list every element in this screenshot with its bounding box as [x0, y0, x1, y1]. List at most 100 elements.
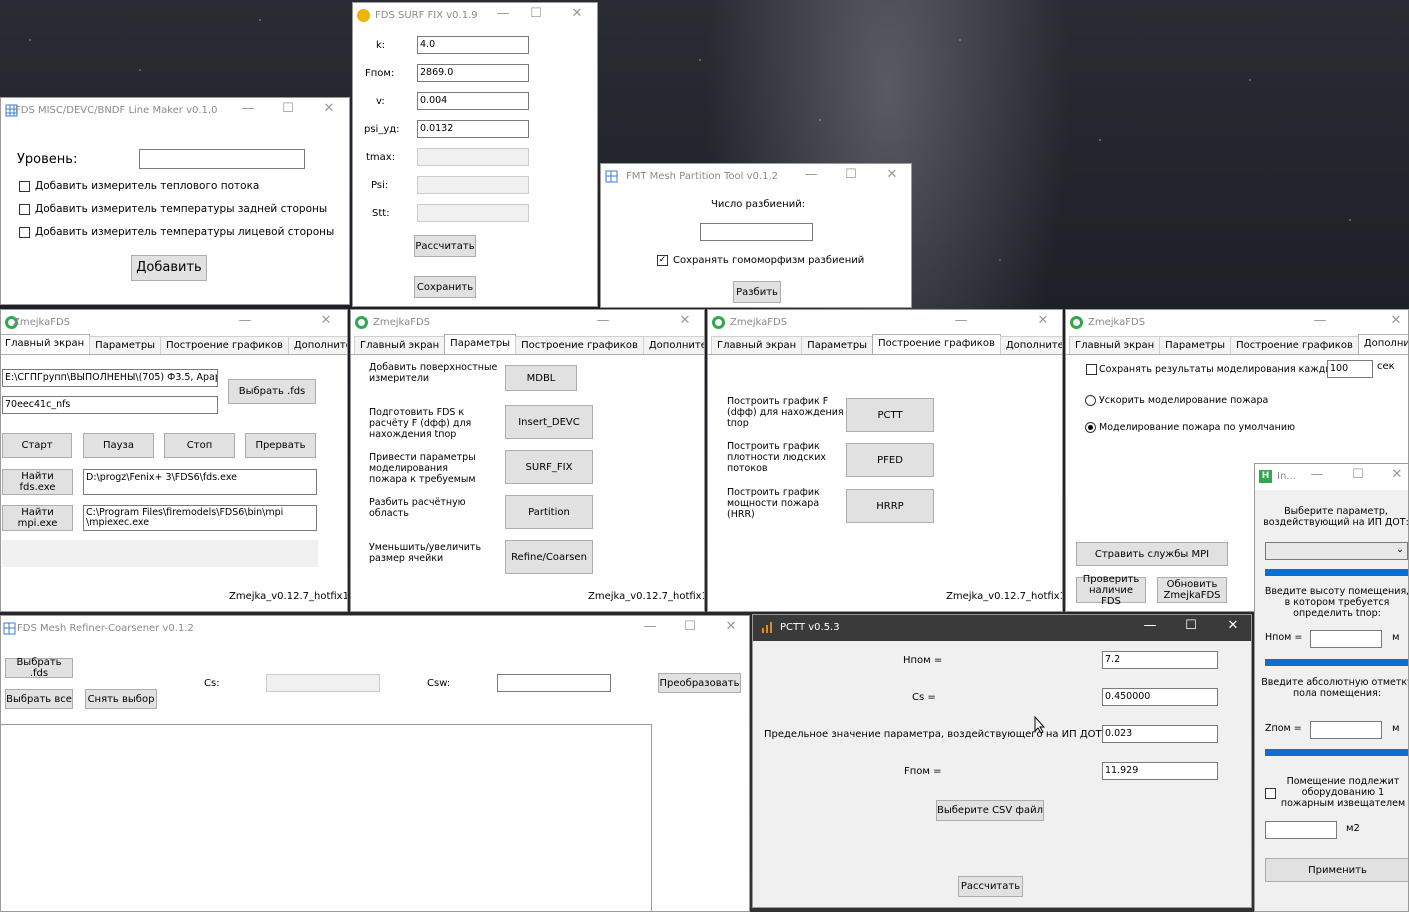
convert-button[interactable]: Преобразовать	[658, 673, 741, 693]
accelerate-radio[interactable]	[1085, 395, 1096, 406]
pause-button[interactable]: Пауза	[83, 433, 154, 458]
select-all-button[interactable]: Выбрать все	[5, 689, 73, 709]
param-select[interactable]: ⌄	[1265, 542, 1408, 560]
save-button[interactable]: Сохранить	[414, 276, 476, 298]
start-button[interactable]: Старт	[2, 433, 72, 458]
csw-input[interactable]	[497, 674, 611, 692]
keep-homomorphism-checkbox[interactable]: ✓	[657, 255, 668, 266]
tab-extra[interactable]: Дополнительно	[999, 336, 1062, 354]
save-results-checkbox[interactable]	[1086, 364, 1097, 375]
fds-path-input[interactable]: E:\СГПГрупп\ВЫПОЛНЕНЫ\(705) Ф3.5, Арар	[2, 369, 218, 387]
tab-extra[interactable]: Дополнительно	[287, 336, 347, 354]
limit-input[interactable]: 0.023	[1102, 725, 1218, 743]
tab-params[interactable]: Параметры	[1159, 336, 1232, 354]
surf-field-input[interactable]	[417, 204, 529, 222]
surf-field-input[interactable]: 2869.0	[417, 64, 529, 82]
choose-fds-button[interactable]: Выбрать .fds	[5, 657, 73, 679]
close-icon[interactable]: ✕	[1386, 313, 1406, 328]
fds-exe-path[interactable]: D:\progz\Fenix+ 3\FDS6\fds.exe	[83, 469, 317, 495]
tab-main[interactable]: Главный экран	[1069, 336, 1161, 354]
surf-field-input[interactable]: 4.0	[417, 36, 529, 54]
close-icon[interactable]: ✕	[1387, 467, 1407, 482]
ip-titlebar[interactable]: H In... — ☐ ✕	[1255, 464, 1408, 490]
action-button[interactable]: MDBL	[505, 365, 577, 391]
minimize-icon[interactable]: —	[1307, 467, 1327, 482]
tab-params[interactable]: Параметры	[89, 336, 162, 354]
zmejka-titlebar[interactable]: ZmejkaFDS — ✕	[351, 310, 704, 336]
zmejka-titlebar[interactable]: ZmejkaFDS — ✕	[1, 310, 347, 336]
find-fds-button[interactable]: Найти fds.exe	[2, 469, 73, 495]
file-list[interactable]	[1, 724, 652, 911]
close-icon[interactable]: ✕	[316, 313, 336, 328]
line-maker-titlebar[interactable]: FDS MISC/DEVC/BNDF Line Maker v0.1.0 — ☐…	[1, 98, 349, 124]
close-icon[interactable]: ✕	[319, 101, 339, 116]
abort-button[interactable]: Прервать	[245, 433, 316, 458]
tab-main[interactable]: Главный экран	[711, 336, 803, 354]
action-button[interactable]: Partition	[505, 495, 593, 529]
hpom-input[interactable]	[1310, 630, 1382, 648]
stop-button[interactable]: Стоп	[164, 433, 235, 458]
minimize-icon[interactable]: —	[1310, 313, 1330, 328]
tab-graphs[interactable]: Построение графиков	[160, 336, 289, 354]
tab-graphs[interactable]: Построение графиков	[872, 334, 1001, 354]
tab-graphs[interactable]: Построение графиков	[1230, 336, 1359, 354]
graph-button[interactable]: PFED	[846, 443, 934, 477]
heat-flux-checkbox[interactable]	[19, 181, 30, 192]
maximize-icon[interactable]: ☐	[1348, 467, 1368, 482]
hpom-input[interactable]: 7.2	[1102, 651, 1218, 669]
add-button[interactable]: Добавить	[131, 255, 207, 281]
update-zmejka-button[interactable]: Обновить ZmejkaFDS	[1157, 577, 1227, 603]
minimize-icon[interactable]: —	[1140, 618, 1160, 633]
kill-mpi-button[interactable]: Стравить службы MPI	[1076, 542, 1228, 566]
action-button[interactable]: SURF_FIX	[505, 450, 593, 484]
pctt-titlebar[interactable]: PCTT v0.5.3 — ☐ ✕	[753, 615, 1251, 641]
fds-file-input[interactable]: 70eec41c_nfs	[2, 396, 218, 414]
zmejka-titlebar[interactable]: ZmejkaFDS — ✕	[708, 310, 1062, 336]
fpom-input[interactable]: 11.929	[1102, 762, 1218, 780]
tab-main[interactable]: Главный экран	[354, 336, 446, 354]
maximize-icon[interactable]: ☐	[278, 101, 298, 116]
close-icon[interactable]: ✕	[1033, 313, 1053, 328]
minimize-icon[interactable]: —	[951, 313, 971, 328]
tab-graphs[interactable]: Построение графиков	[515, 336, 644, 354]
graph-button[interactable]: HRRP	[846, 489, 934, 523]
front-temp-checkbox[interactable]	[19, 227, 30, 238]
close-icon[interactable]: ✕	[567, 6, 587, 21]
close-icon[interactable]: ✕	[882, 167, 902, 182]
clear-selection-button[interactable]: Снять выбор	[85, 689, 157, 709]
action-button[interactable]: Insert_DEVC	[505, 405, 593, 439]
cs-input[interactable]	[266, 674, 380, 692]
minimize-icon[interactable]: —	[235, 313, 255, 328]
maximize-icon[interactable]: ☐	[841, 167, 861, 182]
surf-field-input[interactable]	[417, 176, 529, 194]
split-button[interactable]: Разбить	[733, 281, 781, 303]
close-icon[interactable]: ✕	[675, 313, 695, 328]
partition-count-input[interactable]	[700, 223, 813, 241]
graph-button[interactable]: PCTT	[846, 398, 934, 432]
action-button[interactable]: Refine/Coarsen	[505, 540, 593, 574]
apply-button[interactable]: Применить	[1265, 858, 1408, 882]
back-temp-checkbox[interactable]	[19, 204, 30, 215]
tab-main[interactable]: Главный экран	[1, 334, 91, 354]
tab-extra[interactable]: Дополнительно	[1357, 334, 1408, 354]
close-icon[interactable]: ✕	[721, 619, 741, 634]
find-mpi-button[interactable]: Найти mpi.exe	[2, 505, 73, 531]
close-icon[interactable]: ✕	[1223, 618, 1243, 633]
tab-params[interactable]: Параметры	[801, 336, 874, 354]
choose-fds-button[interactable]: Выбрать .fds	[228, 379, 316, 404]
room-checkbox[interactable]	[1265, 788, 1276, 799]
minimize-icon[interactable]: —	[238, 101, 258, 116]
maximize-icon[interactable]: ☐	[680, 619, 700, 634]
minimize-icon[interactable]: —	[493, 6, 513, 21]
level-input[interactable]	[139, 149, 305, 169]
tab-params[interactable]: Параметры	[444, 334, 517, 354]
fmt-titlebar[interactable]: FMT Mesh Partition Tool v0.1.2 — ☐ ✕	[601, 164, 911, 190]
zpom-input[interactable]	[1310, 721, 1382, 739]
surf-field-input[interactable]: 0.004	[417, 92, 529, 110]
choose-csv-button[interactable]: Выберите CSV файл	[936, 800, 1044, 821]
surf-fix-titlebar[interactable]: FDS SURF FIX v0.1.9 — ☐ ✕	[353, 3, 597, 29]
calculate-button[interactable]: Рассчитать	[414, 235, 476, 257]
default-radio[interactable]	[1085, 422, 1096, 433]
surf-field-input[interactable]: 0.0132	[417, 120, 529, 138]
cs-input[interactable]: 0.450000	[1102, 688, 1218, 706]
